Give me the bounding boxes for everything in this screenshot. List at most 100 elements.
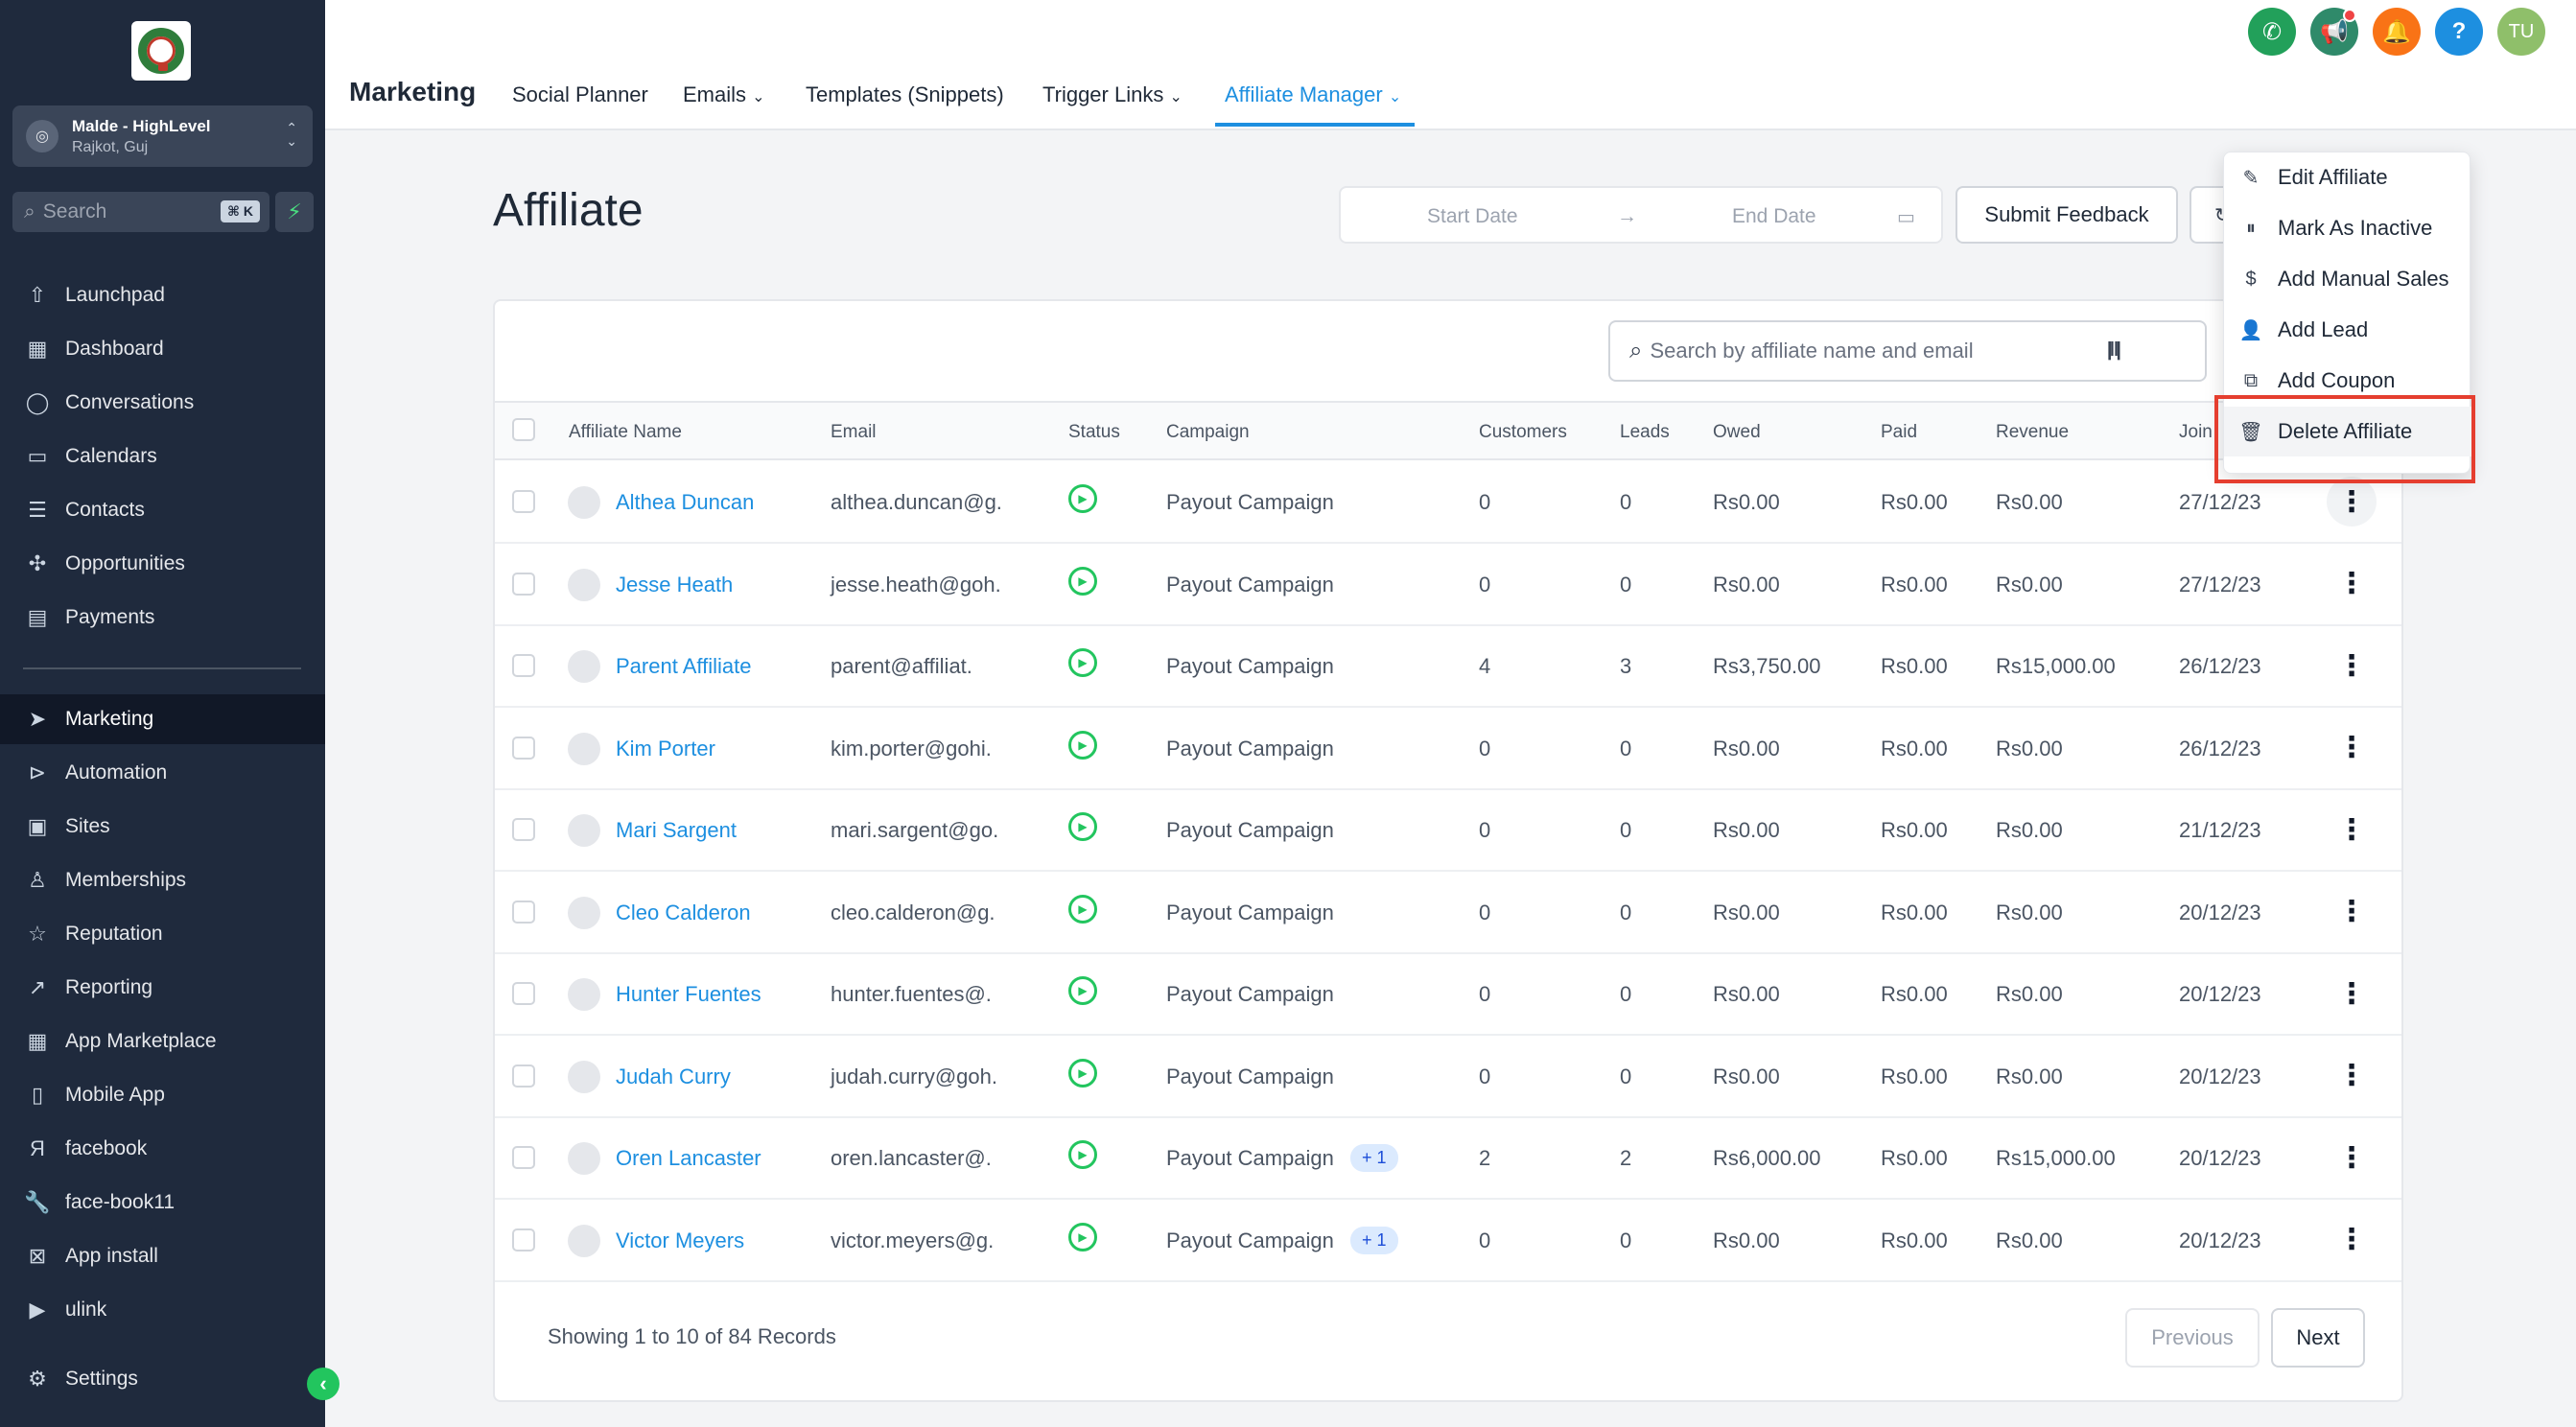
sidebar-item-payments[interactable]: ▤ Payments xyxy=(0,593,325,643)
sidebar-item-app-marketplace[interactable]: ▦ App Marketplace xyxy=(0,1017,325,1066)
extra-campaigns-badge[interactable]: + 1 xyxy=(1350,1144,1398,1172)
menu-item-mark-as-inactive[interactable]: ⏸ Mark As Inactive xyxy=(2224,203,2471,253)
menu-item-add-lead[interactable]: 👤 Add Lead xyxy=(2224,305,2471,355)
submit-feedback-button[interactable]: Submit Feedback xyxy=(1955,186,2178,244)
row-checkbox[interactable] xyxy=(512,1064,535,1088)
row-actions-kebab-icon[interactable]: ⋮ xyxy=(2327,559,2377,609)
previous-page-button[interactable]: Previous xyxy=(2125,1308,2260,1368)
column-header-leads[interactable]: Leads xyxy=(1620,422,1670,443)
owed-cell: Rs3,750.00 xyxy=(1713,654,1821,678)
affiliate-search-input[interactable]: ⌕ Search by affiliate name and email |‖| xyxy=(1608,320,2207,382)
affiliate-name-link[interactable]: Jesse Heath xyxy=(616,573,733,597)
sidebar-item-sites[interactable]: ▣ Sites xyxy=(0,802,325,852)
tab-social-planner[interactable]: Social Planner xyxy=(512,82,648,107)
sidebar-item-facebook[interactable]: Яfacebook xyxy=(0,1124,325,1174)
row-checkbox[interactable] xyxy=(512,982,535,1005)
customers-cell: 0 xyxy=(1479,982,1491,1006)
row-checkbox[interactable] xyxy=(512,654,535,677)
select-all-checkbox[interactable] xyxy=(512,418,535,441)
sidebar-item-app-install[interactable]: ⊠ App install xyxy=(0,1231,325,1281)
row-checkbox[interactable] xyxy=(512,490,535,513)
row-actions-kebab-icon[interactable]: ⋮ xyxy=(2327,805,2377,854)
sidebar-item-calendars[interactable]: ▭ Calendars xyxy=(0,432,325,481)
bell-icon[interactable]: 🔔 xyxy=(2373,8,2421,56)
start-date-input[interactable]: Start Date xyxy=(1427,205,1518,228)
sidebar-item-automation[interactable]: ⊳ Automation xyxy=(0,748,325,798)
row-actions-kebab-icon[interactable]: ⋮ xyxy=(2327,477,2377,526)
help-icon[interactable]: ? xyxy=(2435,8,2483,56)
tab-emails[interactable]: Emails ⌄ xyxy=(683,82,765,107)
column-header-status[interactable]: Status xyxy=(1068,422,1120,443)
more-actions-button[interactable]: ↻ xyxy=(2190,186,2231,244)
leads-cell: 0 xyxy=(1620,1228,1632,1252)
account-switcher[interactable]: ◎ Malde - HighLevel Rajkot, Guj ⌃ ⌄ xyxy=(12,105,313,167)
table-row: ▶ Judah Curry judah.curry@goh. Payout Campa… xyxy=(495,1036,2401,1118)
affiliate-name-link[interactable]: Kim Porter xyxy=(616,737,715,761)
row-checkbox[interactable] xyxy=(512,900,535,924)
extra-campaigns-badge[interactable]: + 1 xyxy=(1350,1226,1398,1254)
sidebar-item-launchpad[interactable]: ⇧ Launchpad xyxy=(0,270,325,320)
row-actions-kebab-icon[interactable]: ⋮ xyxy=(2327,723,2377,773)
company-logo[interactable] xyxy=(131,21,191,81)
affiliate-name-link[interactable]: Mari Sargent xyxy=(616,818,737,843)
tab-affiliate-manager[interactable]: Affiliate Manager ⌄ xyxy=(1225,82,1401,107)
sidebar-item-face-book11[interactable]: 🔧 face-book11 xyxy=(0,1178,325,1228)
filter-columns-icon[interactable]: |‖| xyxy=(2107,339,2121,362)
affiliate-name-link[interactable]: Oren Lancaster xyxy=(616,1146,761,1171)
next-page-button[interactable]: Next xyxy=(2271,1308,2365,1368)
affiliate-name-link[interactable]: Victor Meyers xyxy=(616,1228,744,1253)
sidebar-item-reporting[interactable]: ↗ Reporting xyxy=(0,963,325,1013)
column-header-campaign[interactable]: Campaign xyxy=(1166,422,1250,443)
campaign-cell: Payout Campaign xyxy=(1166,490,1334,514)
column-header-email[interactable]: Email xyxy=(831,422,877,443)
column-header-customers[interactable]: Customers xyxy=(1479,422,1567,443)
sidebar-item-reputation[interactable]: ☆ Reputation xyxy=(0,909,325,959)
sidebar-item-mobile-app[interactable]: ▯ Mobile App xyxy=(0,1070,325,1120)
tab-trigger-links[interactable]: Trigger Links ⌄ xyxy=(1042,82,1183,107)
quick-actions-bolt-icon[interactable]: ⚡ xyxy=(275,192,314,232)
phone-icon[interactable]: ✆ xyxy=(2248,8,2296,56)
column-header-owed[interactable]: Owed xyxy=(1713,422,1761,443)
sidebar-search[interactable]: ⌕ Search ⌘ K xyxy=(12,192,269,232)
column-header-paid[interactable]: Paid xyxy=(1881,422,1917,443)
user-avatar[interactable]: TU xyxy=(2497,8,2545,56)
owed-cell: Rs0.00 xyxy=(1713,1228,1780,1252)
membership-icon: ♙ xyxy=(28,868,47,892)
sidebar-item-marketing[interactable]: ➤ Marketing xyxy=(0,694,325,744)
sidebar-item-dashboard[interactable]: ▦ Dashboard xyxy=(0,324,325,374)
row-actions-kebab-icon[interactable]: ⋮ xyxy=(2327,641,2377,690)
column-header-revenue[interactable]: Revenue xyxy=(1996,422,2069,443)
sidebar-item-memberships[interactable]: ♙ Memberships xyxy=(0,855,325,905)
affiliate-name-link[interactable]: Parent Affiliate xyxy=(616,654,751,679)
sidebar-item-contacts[interactable]: ☰ Contacts xyxy=(0,485,325,535)
row-checkbox[interactable] xyxy=(512,1228,535,1252)
affiliate-name-link[interactable]: Cleo Calderon xyxy=(616,901,751,925)
row-checkbox[interactable] xyxy=(512,572,535,596)
grid-icon: ▦ xyxy=(27,337,48,361)
row-actions-kebab-icon[interactable]: ⋮ xyxy=(2327,887,2377,937)
row-checkbox[interactable] xyxy=(512,818,535,841)
row-actions-kebab-icon[interactable]: ⋮ xyxy=(2327,1051,2377,1101)
tab-templates-snippets[interactable]: Templates (Snippets) xyxy=(806,82,1004,107)
end-date-input[interactable]: End Date xyxy=(1732,205,1816,228)
column-header-joined[interactable]: Join xyxy=(2179,422,2213,443)
sidebar-item-settings[interactable]: ⚙ Settings xyxy=(0,1354,325,1404)
row-checkbox[interactable] xyxy=(512,736,535,760)
row-actions-kebab-icon[interactable]: ⋮ xyxy=(2327,1215,2377,1265)
column-header-affiliate-name[interactable]: Affiliate Name xyxy=(569,422,682,443)
sidebar-item-opportunities[interactable]: ✣ Opportunities xyxy=(0,539,325,589)
sidebar-item-label: App Marketplace xyxy=(65,1030,217,1052)
menu-item-add-manual-sales[interactable]: $ Add Manual Sales xyxy=(2224,254,2471,304)
affiliate-name-link[interactable]: Hunter Fuentes xyxy=(616,982,761,1007)
row-checkbox[interactable] xyxy=(512,1146,535,1169)
row-actions-kebab-icon[interactable]: ⋮ xyxy=(2327,1133,2377,1182)
menu-item-edit-affiliate[interactable]: ✎ Edit Affiliate xyxy=(2224,152,2471,202)
sidebar-item-conversations[interactable]: ◯ Conversations xyxy=(0,378,325,428)
date-range-picker[interactable]: Start Date → End Date ▭ xyxy=(1339,186,1943,244)
affiliate-name-link[interactable]: Althea Duncan xyxy=(616,490,754,515)
megaphone-icon[interactable]: 📢 xyxy=(2310,8,2358,56)
sidebar-item-ulink[interactable]: ▶ ulink xyxy=(0,1285,325,1335)
collapse-sidebar-button[interactable]: ‹ xyxy=(307,1368,340,1400)
row-actions-kebab-icon[interactable]: ⋮ xyxy=(2327,969,2377,1018)
affiliate-name-link[interactable]: Judah Curry xyxy=(616,1064,731,1089)
